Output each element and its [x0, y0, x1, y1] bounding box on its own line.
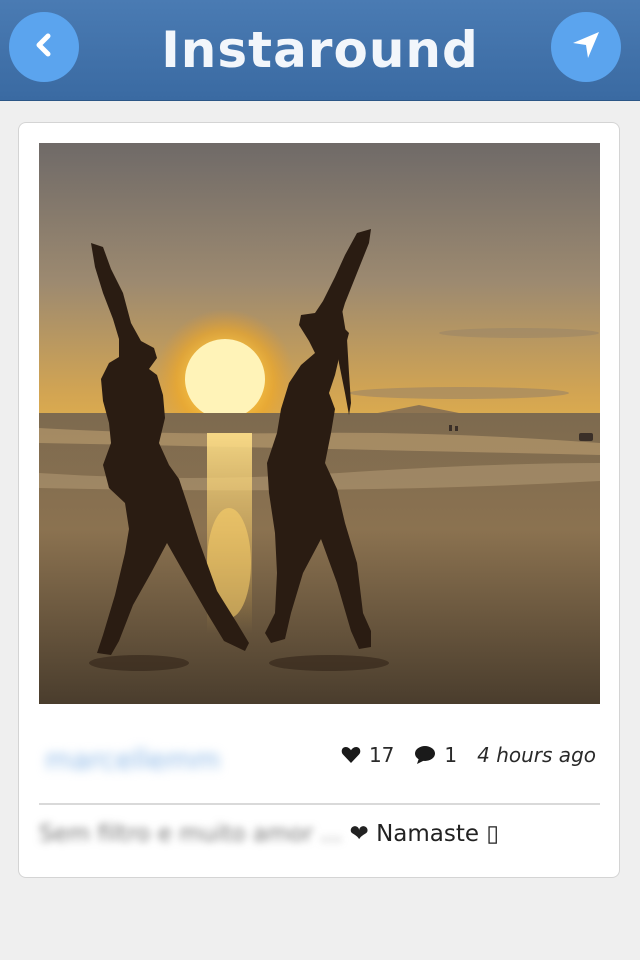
- comments-count: 1: [444, 743, 458, 767]
- post-meta: marcellemm 17 1 4 hours ago: [39, 735, 600, 785]
- username-link[interactable]: marcellemm: [45, 743, 220, 776]
- caption-visible-text: ❤ Namaste ▯: [349, 821, 500, 847]
- heart-icon[interactable]: [341, 746, 361, 764]
- divider: [39, 803, 600, 805]
- post-caption: Sem filtro e muito amor ... ❤ Namaste ▯: [39, 821, 600, 847]
- location-arrow-icon: [569, 28, 603, 66]
- post-stats: 17 1 4 hours ago: [341, 743, 596, 767]
- post-card: marcellemm 17 1 4 hours ago Sem filtro e…: [18, 122, 620, 878]
- caption-blurred-text: Sem filtro e muito amor ...: [39, 821, 343, 847]
- comment-icon[interactable]: [414, 745, 436, 765]
- location-button[interactable]: [551, 12, 621, 82]
- post-timestamp: 4 hours ago: [477, 743, 596, 767]
- likes-count: 17: [368, 743, 395, 767]
- post-photo[interactable]: [39, 143, 600, 704]
- app-title: Instaround: [161, 21, 479, 79]
- top-navbar: Instaround: [0, 0, 640, 101]
